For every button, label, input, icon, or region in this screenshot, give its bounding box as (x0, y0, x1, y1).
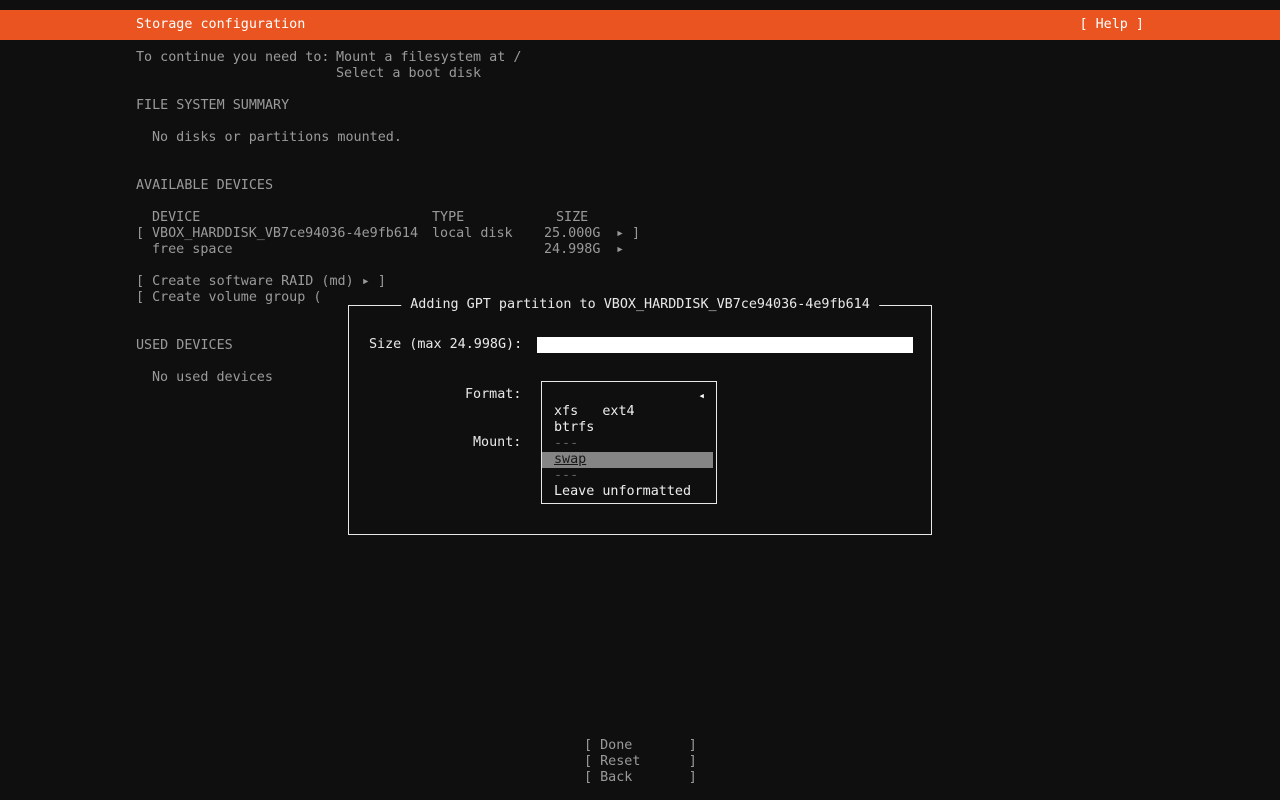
disk-expand-arrow-icon[interactable]: ▸ (616, 226, 624, 242)
requirement-mount-filesystem: Mount a filesystem at / (336, 50, 522, 65)
selected-option-marker-icon: ◂ (698, 389, 705, 402)
free-space-label[interactable]: free space (152, 242, 233, 258)
free-space-expand-arrow-icon[interactable]: ▸ (616, 242, 624, 258)
format-option-leave-unformatted[interactable]: Leave unformatted (542, 484, 716, 500)
size-label: Size (max 24.998G): (369, 337, 523, 352)
format-option-btrfs[interactable]: btrfs (542, 420, 716, 436)
create-software-raid-button[interactable]: [ Create software RAID (md) ▸ ] (136, 274, 386, 290)
disk-size: 25.000G (544, 226, 601, 241)
size-input[interactable] (537, 337, 913, 353)
used-devices-heading: USED DEVICES (136, 338, 233, 353)
dialog-title: Adding GPT partition to VBOX_HARDDISK_VB… (401, 297, 879, 313)
no-disks-message: No disks or partitions mounted. (152, 130, 402, 145)
disk-name[interactable]: VBOX_HARDDISK_VB7ce94036-4e9fb614 (152, 226, 418, 242)
create-volume-group-button[interactable]: [ Create volume group ( (136, 290, 321, 306)
format-option-xfs[interactable]: xfs (542, 404, 716, 420)
column-header-type: TYPE (432, 210, 465, 225)
mount-label: Mount: (473, 435, 522, 450)
dialog-button-stack: [ Done ] [ Reset ] [ Back ] (584, 738, 697, 786)
free-space-size: 24.998G (544, 242, 601, 257)
disk-type: local disk (432, 226, 513, 241)
column-header-device: DEVICE (152, 210, 201, 225)
requirement-boot-disk: Select a boot disk (336, 66, 482, 81)
file-system-summary-heading: FILE SYSTEM SUMMARY (136, 98, 290, 113)
title-bar: Storage configuration [ Help ] (0, 10, 1280, 40)
available-devices-heading: AVAILABLE DEVICES (136, 178, 274, 193)
no-used-devices-message: No used devices (152, 370, 273, 385)
format-dropdown[interactable]: ext4 ◂ xfs btrfs --- swap --- Leave unfo… (541, 381, 717, 504)
disk-row-close-bracket: ] (632, 226, 641, 241)
format-option-separator: --- (554, 436, 579, 451)
done-button[interactable]: [ Done ] (584, 738, 697, 754)
disk-row-open-bracket: [ (136, 226, 145, 241)
help-button[interactable]: [ Help ] (1080, 17, 1145, 33)
continue-requirements-label: To continue you need to: (136, 50, 330, 65)
back-button[interactable]: [ Back ] (584, 770, 697, 786)
add-gpt-partition-dialog: Adding GPT partition to VBOX_HARDDISK_VB… (348, 297, 932, 535)
format-option-ext4[interactable]: ext4 ◂ (542, 388, 716, 419)
reset-button[interactable]: [ Reset ] (584, 754, 697, 770)
format-label: Format: (465, 387, 522, 402)
page-title: Storage configuration (136, 17, 306, 32)
format-option-swap[interactable]: swap (542, 452, 713, 468)
format-option-separator: --- (554, 468, 579, 483)
column-header-size: SIZE (556, 210, 589, 225)
